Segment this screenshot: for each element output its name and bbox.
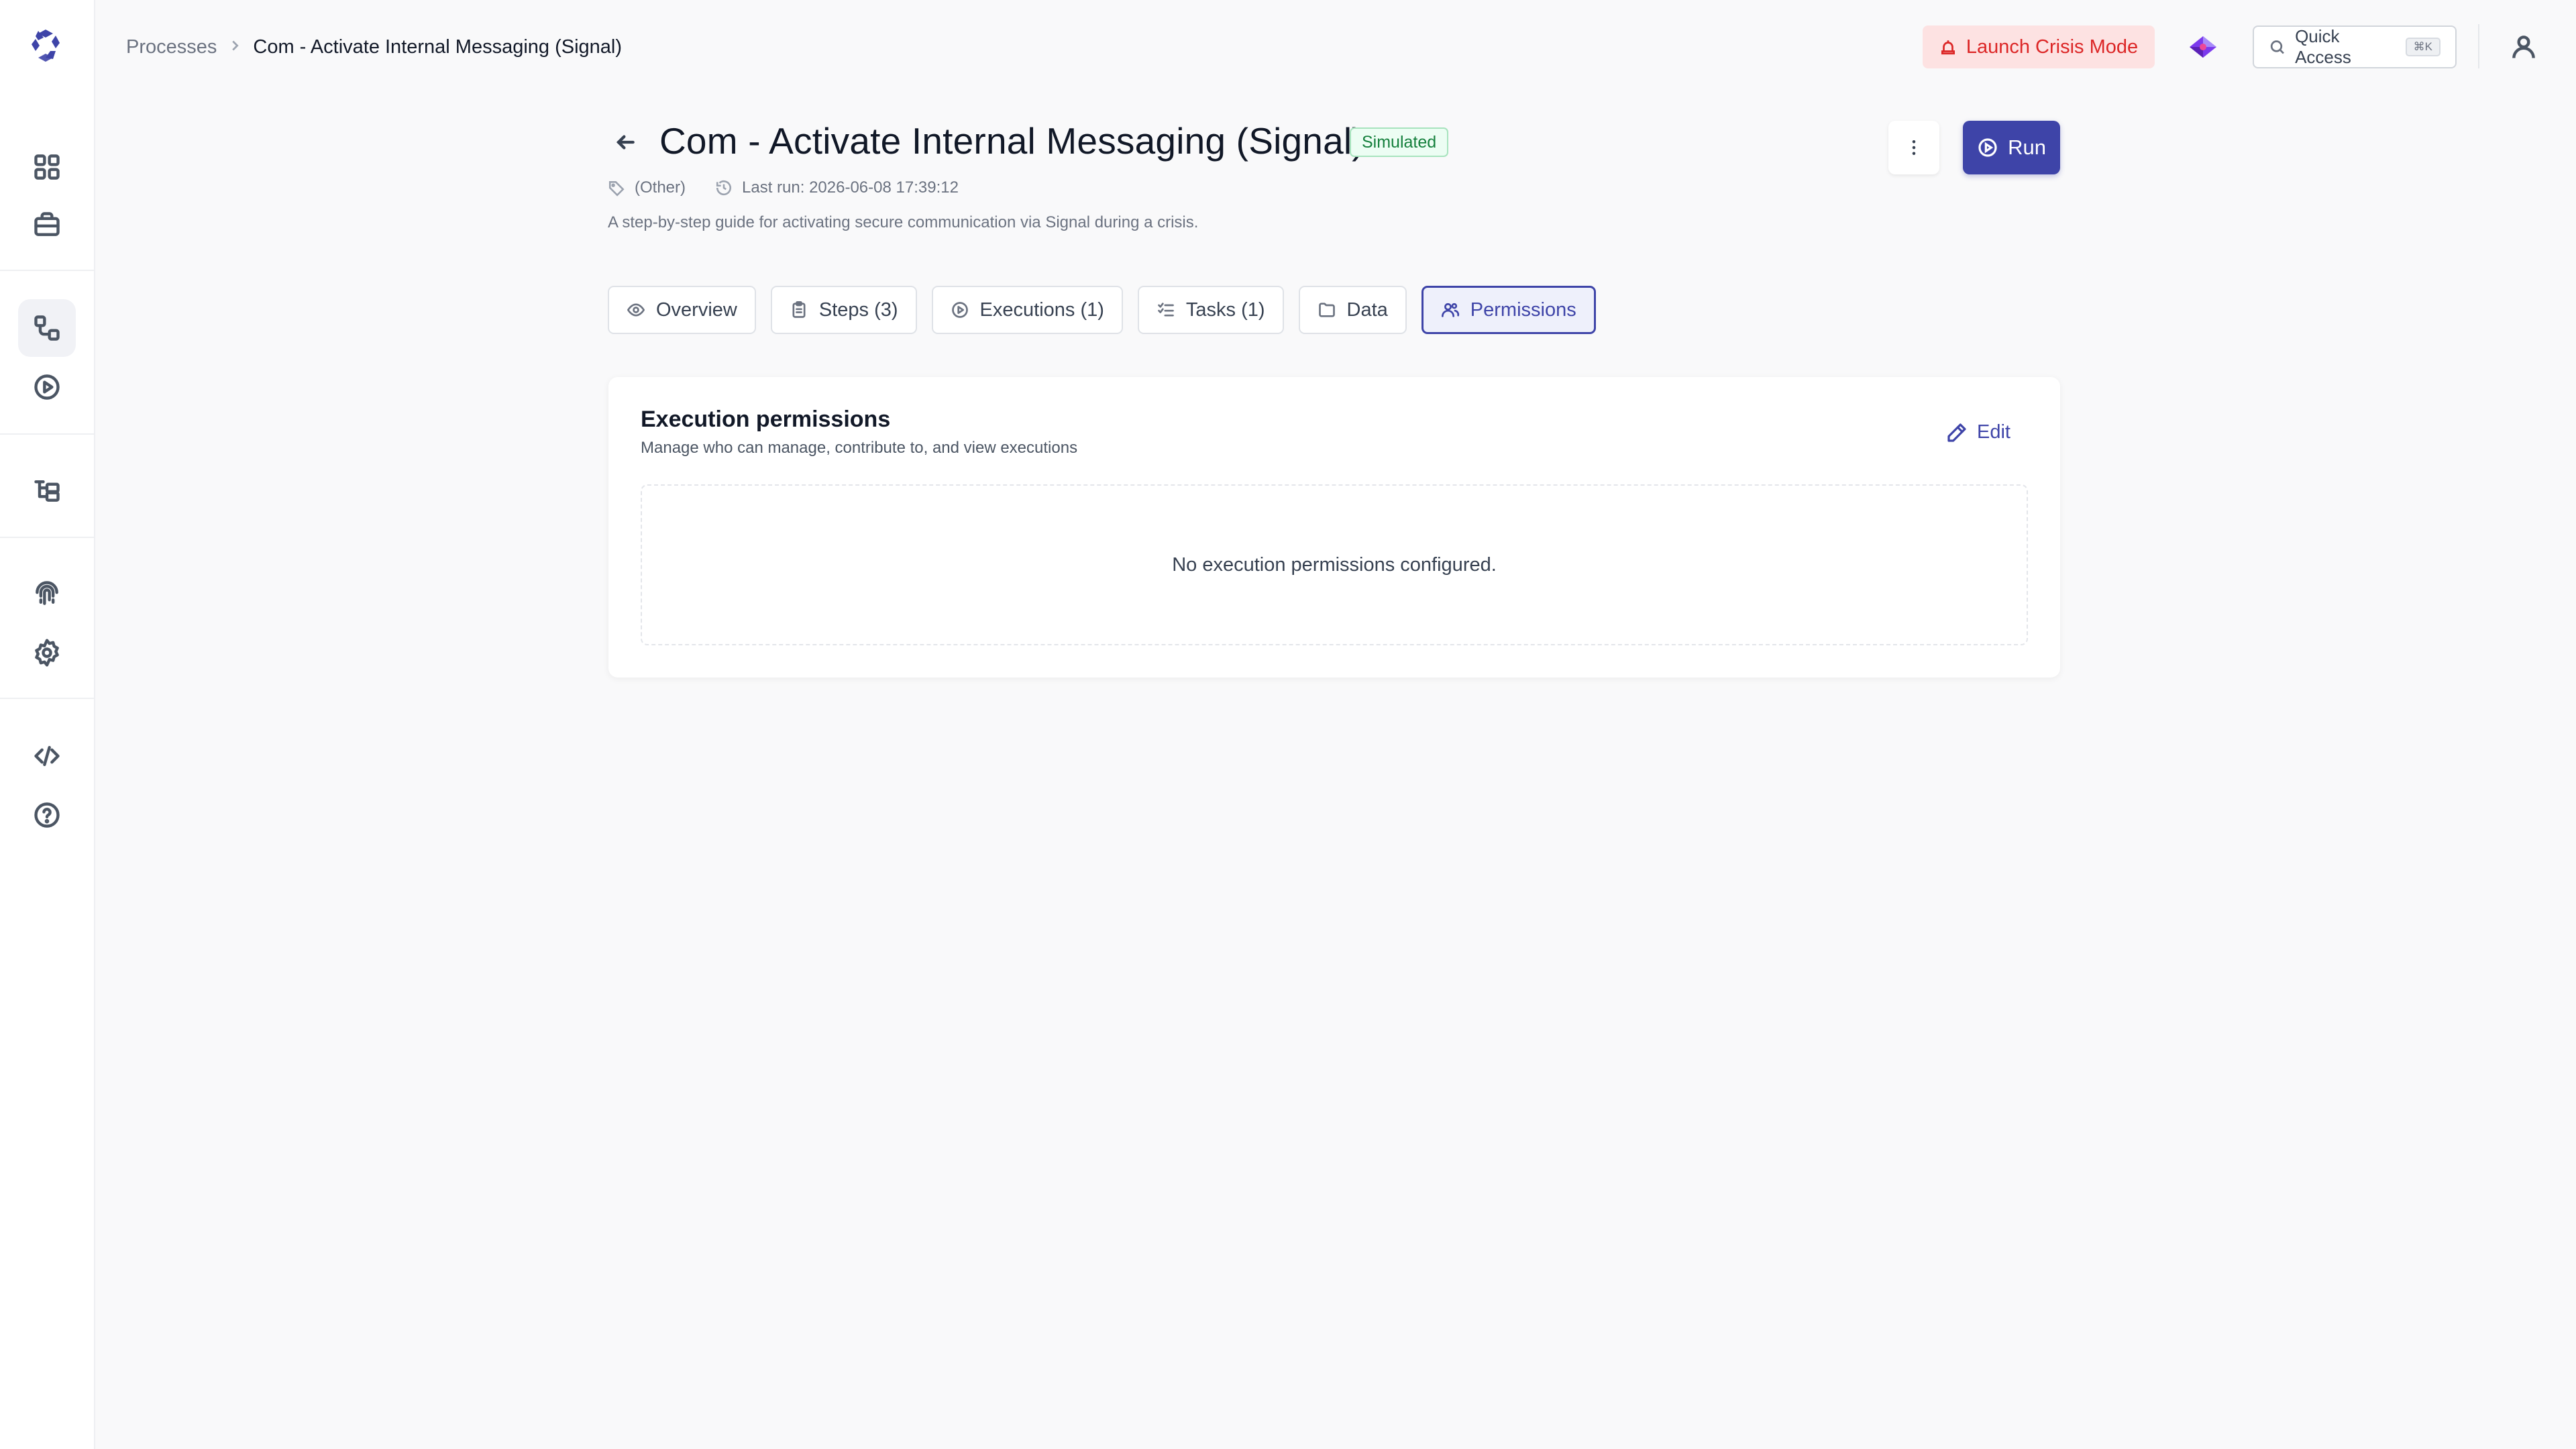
tab-label: Executions (1)	[979, 299, 1104, 321]
breadcrumb-current: Com - Activate Internal Messaging (Signa…	[253, 36, 623, 58]
quick-access-search[interactable]: Quick Access ⌘K	[2253, 25, 2457, 68]
sidebar-divider	[0, 270, 94, 271]
chevron-right-icon	[227, 36, 242, 58]
back-button[interactable]	[612, 129, 641, 156]
tab-label: Overview	[656, 299, 737, 321]
sidebar-item-structure[interactable]	[18, 462, 76, 519]
sidebar-divider	[0, 698, 94, 699]
sidebar-item-executions[interactable]	[18, 358, 76, 416]
siren-icon	[1941, 40, 1955, 55]
grid-icon	[34, 154, 60, 180]
category-meta: (Other)	[608, 178, 686, 197]
last-run-meta: Last run: 2026-06-08 17:39:12	[715, 178, 959, 197]
topbar-divider	[2478, 24, 2479, 68]
users-icon	[1441, 303, 1459, 317]
tag-icon	[608, 181, 625, 197]
ai-assistant-icon[interactable]	[2188, 35, 2218, 59]
tab-label: Tasks (1)	[1185, 299, 1265, 321]
sidebar	[0, 0, 95, 1449]
tab-label: Steps (3)	[818, 299, 898, 321]
sidebar-item-settings[interactable]	[18, 624, 76, 682]
tab-tasks[interactable]: Tasks (1)	[1137, 286, 1284, 334]
sidebar-item-briefcase[interactable]	[18, 196, 76, 254]
quick-access-label: Quick Access	[2295, 26, 2351, 67]
sidebar-item-fingerprint[interactable]	[18, 565, 76, 623]
arrow-left-icon	[616, 135, 635, 150]
tab-executions[interactable]: Executions (1)	[931, 286, 1123, 334]
sidebar-divider	[0, 433, 94, 435]
eye-icon	[627, 303, 645, 317]
play-circle-icon	[1978, 138, 1997, 157]
keyboard-shortcut-badge: ⌘K	[2405, 38, 2440, 56]
tab-label: Data	[1346, 299, 1388, 321]
sidebar-item-developer[interactable]	[18, 727, 76, 785]
more-vertical-icon	[1912, 140, 1916, 155]
briefcase-icon	[34, 212, 60, 236]
page-title: Com - Activate Internal Messaging (Signa…	[659, 120, 1364, 162]
history-icon	[716, 180, 732, 196]
tab-steps[interactable]: Steps (3)	[770, 286, 917, 334]
process-meta: (Other) Last run: 2026-06-08 17:39:12	[608, 176, 988, 200]
tab-overview[interactable]: Overview	[608, 286, 756, 334]
gear-icon	[35, 639, 59, 667]
status-badge: Simulated	[1350, 127, 1449, 157]
play-circle-icon	[951, 302, 968, 318]
help-circle-icon	[34, 802, 60, 828]
empty-state: No execution permissions configured.	[641, 484, 2028, 645]
card-subtitle: Manage who can manage, contribute to, an…	[641, 439, 1078, 457]
sidebar-item-help[interactable]	[18, 786, 76, 844]
user-menu-button[interactable]	[2509, 32, 2538, 62]
pencil-icon	[1947, 423, 1966, 442]
tab-data[interactable]: Data	[1298, 286, 1407, 334]
user-icon	[2512, 36, 2535, 58]
sidebar-divider	[0, 537, 94, 538]
search-icon	[2270, 40, 2284, 54]
breadcrumb: Processes Com - Activate Internal Messag…	[126, 34, 622, 60]
clipboard-icon	[792, 301, 806, 318]
execution-permissions-card: Execution permissions Manage who can man…	[608, 377, 2060, 678]
sidebar-item-dashboard[interactable]	[18, 138, 76, 196]
code-icon	[34, 745, 60, 767]
list-checks-icon	[1158, 303, 1174, 317]
tab-permissions[interactable]: Permissions	[1421, 286, 1596, 334]
empty-state-message: No execution permissions configured.	[1172, 553, 1497, 576]
tab-label: Permissions	[1470, 299, 1576, 321]
app-root: Processes Com - Activate Internal Messag…	[0, 0, 2576, 1449]
edit-permissions-button[interactable]: Edit	[1946, 421, 2010, 443]
run-button[interactable]: Run	[1963, 121, 2060, 174]
tree-icon	[34, 480, 60, 502]
card-title: Execution permissions	[641, 407, 891, 432]
category-label: (Other)	[635, 178, 686, 197]
workflow-icon	[34, 315, 60, 341]
edit-button-label: Edit	[1977, 421, 2010, 443]
process-description: A step-by-step guide for activating secu…	[608, 213, 1199, 231]
sidebar-item-processes[interactable]	[18, 299, 76, 357]
tab-bar: Overview Steps (3) Executions (1) Tasks …	[608, 286, 1611, 334]
launch-crisis-mode-button[interactable]: Launch Crisis Mode	[1923, 25, 2155, 68]
fingerprint-icon	[36, 581, 58, 605]
play-circle-icon	[34, 374, 60, 400]
last-run-label: Last run: 2026-06-08 17:39:12	[742, 178, 959, 197]
more-options-button[interactable]	[1888, 121, 1939, 174]
breadcrumb-processes-link[interactable]: Processes	[126, 36, 217, 58]
crisis-button-label: Launch Crisis Mode	[1966, 36, 2139, 58]
folder-icon	[1318, 303, 1335, 317]
run-button-label: Run	[2008, 136, 2046, 159]
app-logo-icon[interactable]	[29, 28, 62, 63]
